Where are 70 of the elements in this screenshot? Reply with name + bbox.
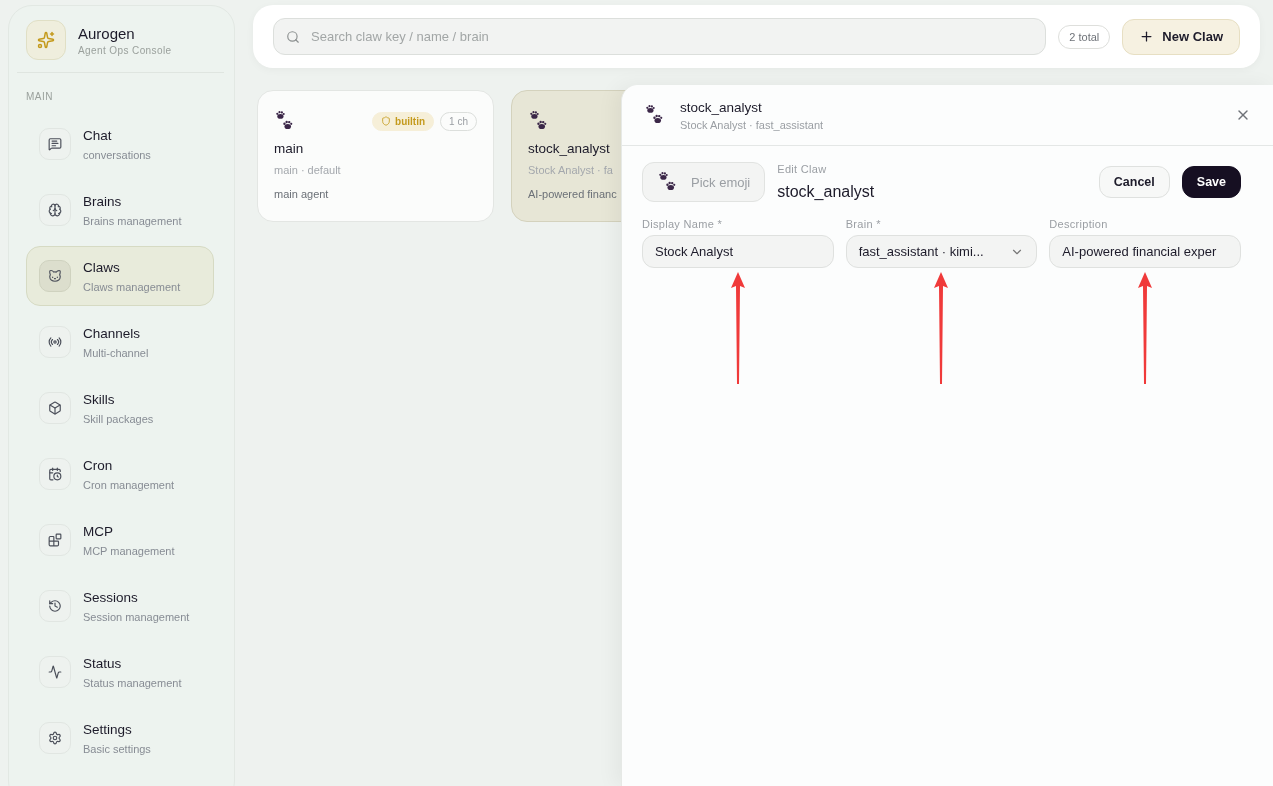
card-meta: main · default (274, 164, 342, 176)
nav-subtitle: Skill packages (83, 412, 154, 425)
new-claw-button[interactable]: New Claw (1122, 18, 1240, 55)
nav-label: Channels (83, 325, 142, 341)
sidebar-item[interactable]: Settings Basic settings (26, 708, 214, 768)
sidebar-item[interactable]: Skills Skill packages (26, 378, 214, 438)
nav-label: MCP (83, 523, 114, 539)
nav-subtitle: Cron management (83, 478, 175, 491)
sidebar-item[interactable]: Cron Cron management (26, 444, 214, 504)
history-icon (39, 590, 71, 622)
sparkles-icon (26, 20, 66, 60)
nav-subtitle: Session management (83, 610, 190, 623)
sidebar-item[interactable]: Claws Claws management (26, 246, 214, 306)
message-icon (39, 128, 71, 160)
drawer-subtitle: Stock Analyst · fast_assistant (680, 118, 824, 131)
box-icon (39, 392, 71, 424)
card-title: main (274, 141, 305, 156)
nav-subtitle: Claws management (83, 280, 181, 293)
settings-icon (39, 722, 71, 754)
radio-icon (39, 326, 71, 358)
brand-tagline: Agent Ops Console (78, 44, 172, 56)
save-button[interactable]: Save (1181, 166, 1241, 198)
cancel-button[interactable]: Cancel (1098, 166, 1170, 198)
form-title: stock_analyst (777, 183, 876, 201)
activity-icon (39, 656, 71, 688)
brand-name: Aurogen (78, 24, 136, 42)
search-icon (286, 29, 300, 44)
claw-card[interactable]: builtin 1 ch main main · default main agent (257, 90, 494, 222)
form-label: Edit Claw (777, 163, 828, 175)
brain-select[interactable]: fast_assistant · kimi... (845, 235, 1038, 268)
nav-subtitle: MCP management (83, 544, 175, 557)
nav-label: Brains (83, 193, 123, 209)
sidebar-item[interactable]: Chat conversations (26, 114, 214, 174)
nav-label: Claws (83, 259, 121, 275)
calendar-clock-icon (39, 458, 71, 490)
nav-subtitle: conversations (83, 148, 151, 161)
field-label: Brain * (845, 218, 882, 230)
drawer-title: stock_analyst (680, 99, 763, 115)
section-label: MAIN (26, 91, 54, 102)
nav-label: Skills (83, 391, 116, 407)
plus-icon (1139, 29, 1155, 44)
search-field[interactable]: Search claw key / name / brain (273, 18, 1047, 55)
card-title: stock_analyst (528, 141, 611, 156)
nav-label: Settings (83, 721, 133, 737)
builtin-badge: builtin (372, 111, 435, 131)
total-count: 2 total (1058, 24, 1111, 49)
nav-label: Cron (83, 457, 114, 473)
sidebar-item[interactable]: Sessions Session management (26, 576, 214, 636)
search-input[interactable]: Search claw key / name / brain (309, 28, 1034, 45)
nav-label: Chat (83, 127, 113, 143)
nav-subtitle: Status management (83, 676, 182, 689)
card-description: AI-powered financ (528, 188, 618, 200)
sidebar-item[interactable]: Status Status management (26, 642, 214, 702)
cat-icon (39, 260, 71, 292)
blocks-icon (39, 524, 71, 556)
sidebar-item[interactable]: MCP MCP management (26, 510, 214, 570)
nav-subtitle: Multi-channel (83, 346, 149, 359)
nav-subtitle: Basic settings (83, 742, 151, 755)
nav-subtitle: Brains management (83, 214, 182, 227)
nav-label: Sessions (83, 589, 139, 605)
card-meta: Stock Analyst · fa (528, 164, 614, 176)
field-label: Display Name * (642, 218, 723, 230)
card-description: main agent (274, 188, 330, 200)
sidebar-item[interactable]: Channels Multi-channel (26, 312, 214, 372)
input-field[interactable]: AI-powered financial exper (1049, 235, 1241, 268)
sidebar-item[interactable]: Brains Brains management (26, 180, 214, 240)
nav-label: Status (83, 655, 123, 671)
brain-icon (39, 194, 71, 226)
input-field[interactable]: Stock Analyst (642, 235, 834, 268)
field-label: Description (1049, 218, 1109, 230)
